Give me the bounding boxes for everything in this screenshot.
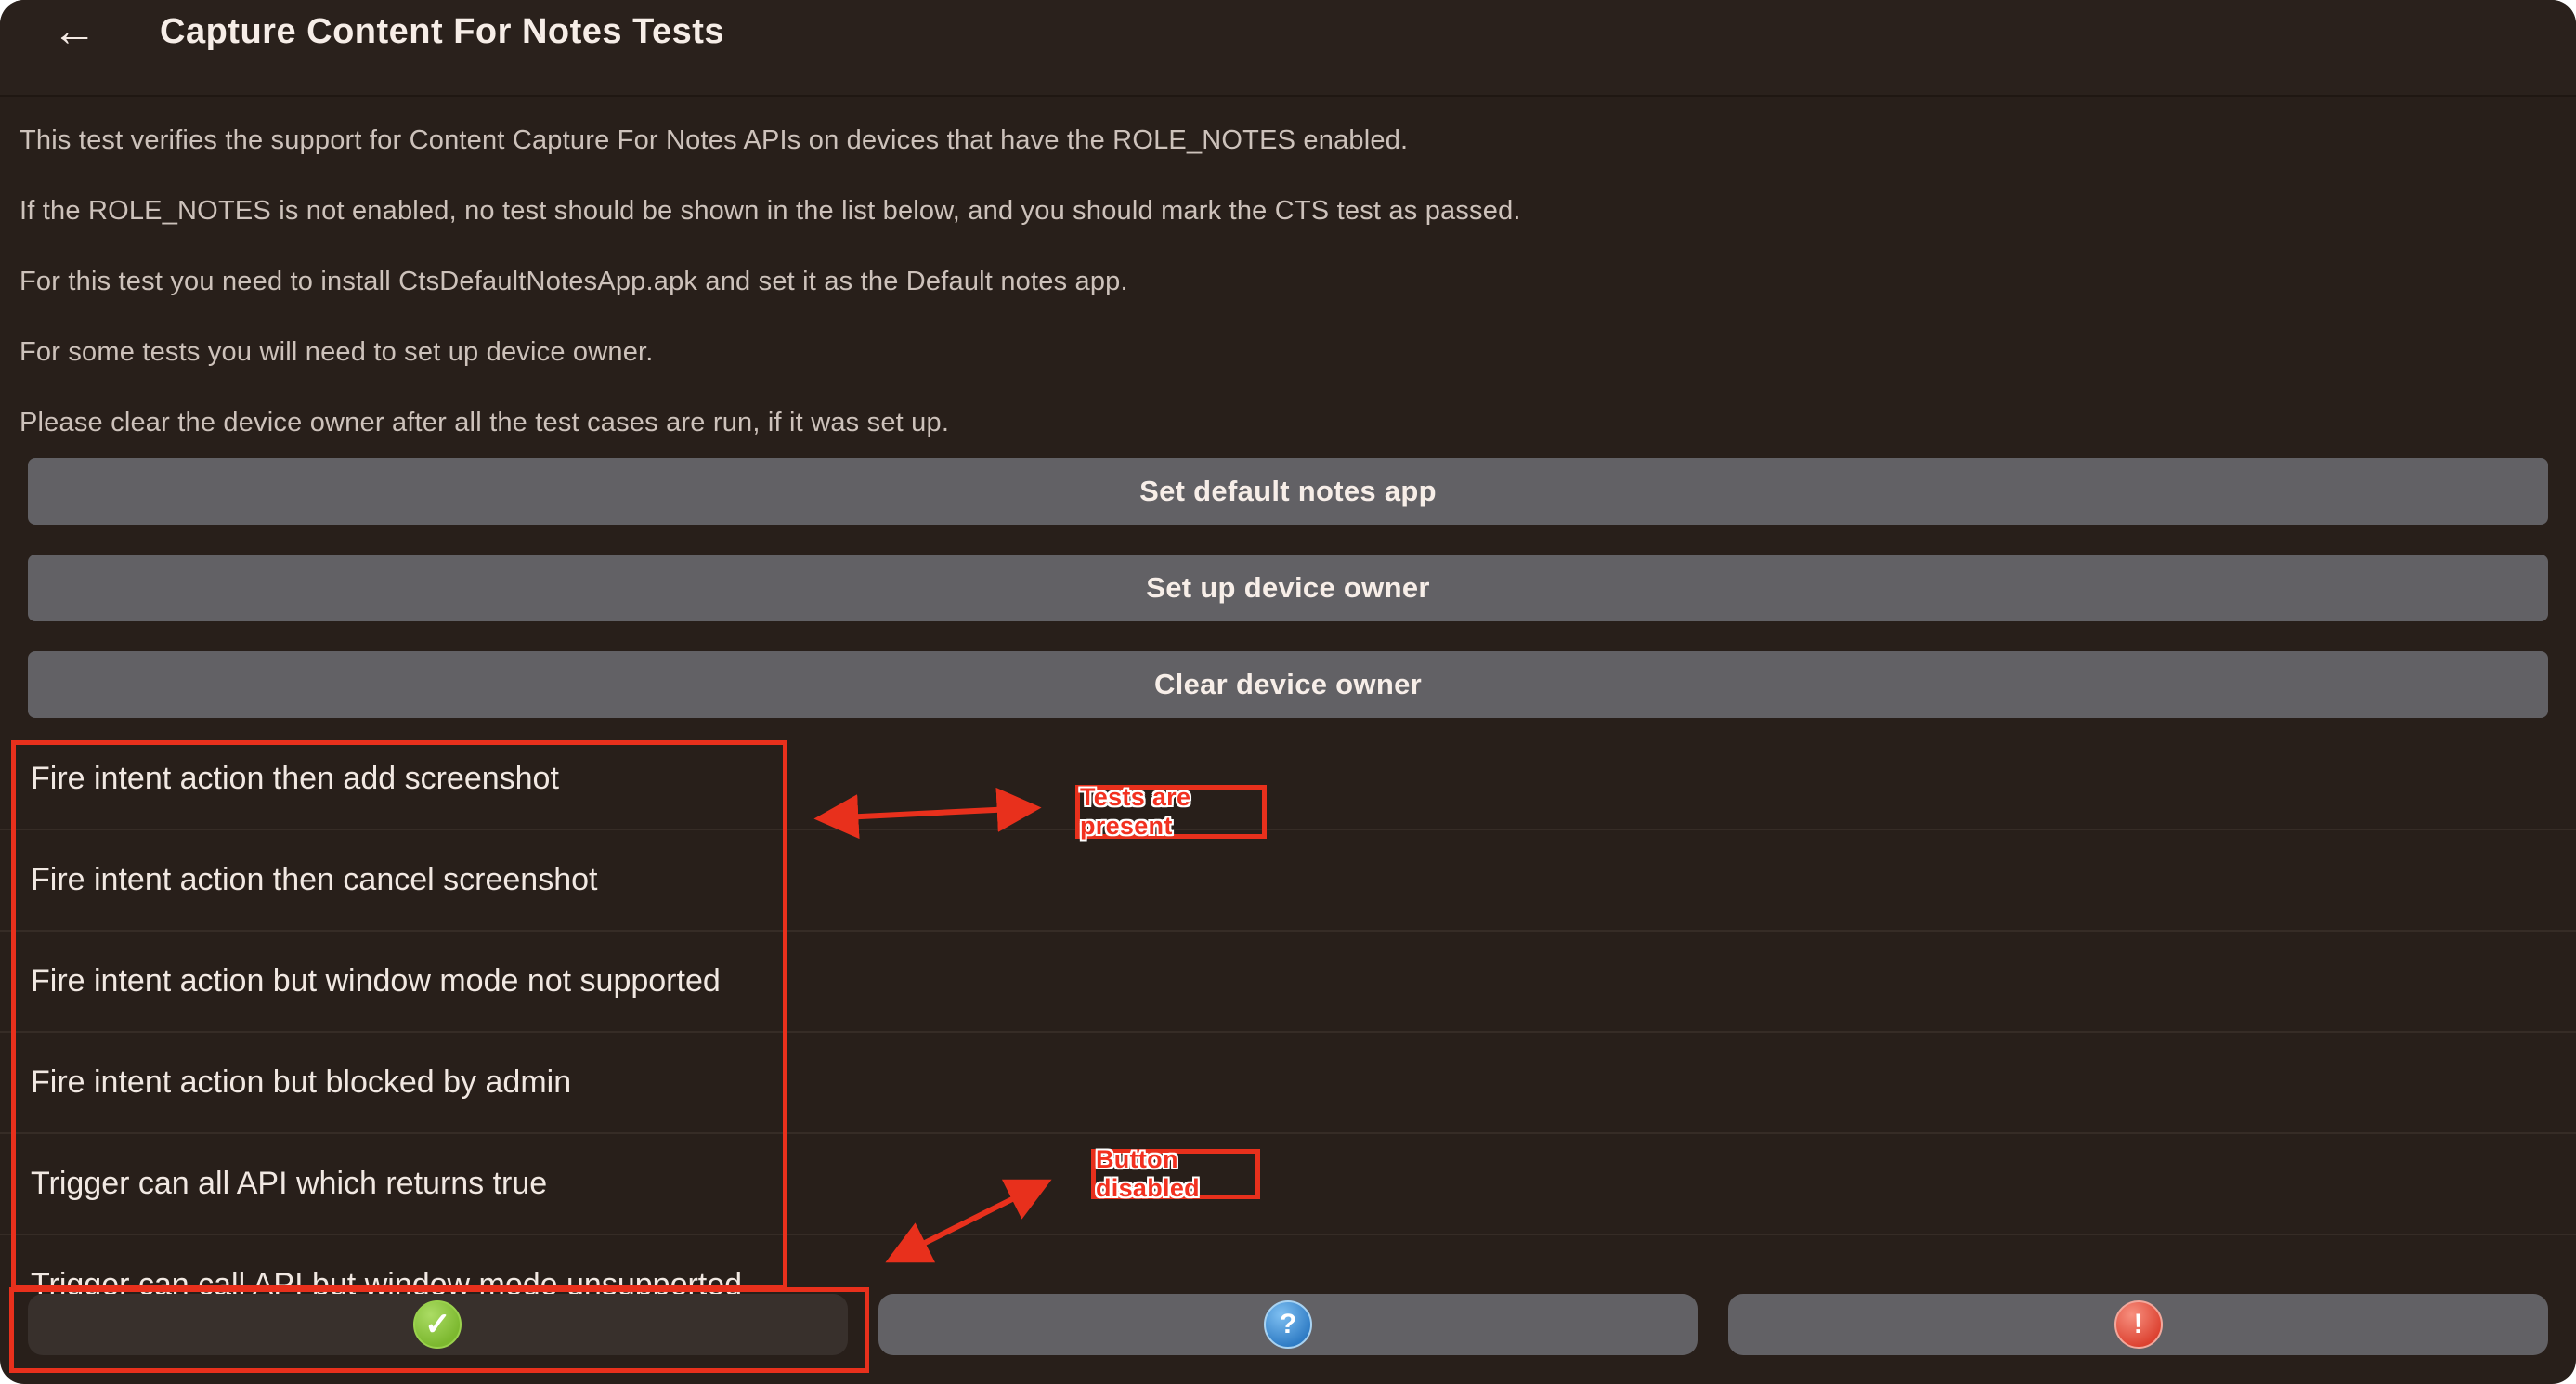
instruction-line: This test verifies the support for Conte… <box>20 105 2556 176</box>
verdict-bar: ✓ ? ! <box>28 1294 2548 1355</box>
test-row[interactable]: Fire intent action then add screenshot <box>0 729 2576 830</box>
exclamation-circle-icon: ! <box>2114 1300 2163 1349</box>
test-row[interactable]: Fire intent action then cancel screensho… <box>0 830 2576 932</box>
fail-button[interactable]: ! <box>1728 1294 2548 1355</box>
cts-verifier-screen: ← Capture Content For Notes Tests This t… <box>0 0 2576 1384</box>
page-title: Capture Content For Notes Tests <box>160 12 724 52</box>
instruction-line: For some tests you will need to set up d… <box>20 317 2556 387</box>
instruction-line: Please clear the device owner after all … <box>20 387 2556 458</box>
set-default-notes-app-button[interactable]: Set default notes app <box>28 458 2548 525</box>
test-row[interactable]: Fire intent action but blocked by admin <box>0 1033 2576 1134</box>
check-circle-icon: ✓ <box>413 1300 462 1349</box>
pass-button[interactable]: ✓ <box>28 1294 848 1355</box>
info-button[interactable]: ? <box>878 1294 1698 1355</box>
test-row[interactable]: Fire intent action but window mode not s… <box>0 932 2576 1033</box>
instructions-block: This test verifies the support for Conte… <box>20 105 2556 458</box>
set-up-device-owner-button[interactable]: Set up device owner <box>28 555 2548 621</box>
question-circle-icon: ? <box>1264 1300 1312 1349</box>
instruction-line: If the ROLE_NOTES is not enabled, no tes… <box>20 176 2556 246</box>
instruction-line: For this test you need to install CtsDef… <box>20 246 2556 317</box>
clear-device-owner-button[interactable]: Clear device owner <box>28 651 2548 718</box>
test-list: Fire intent action then add screenshot F… <box>0 729 2576 1294</box>
test-row[interactable]: Trigger can all API which returns true <box>0 1134 2576 1235</box>
setup-actions: Set default notes app Set up device owne… <box>28 458 2548 748</box>
app-bar: ← Capture Content For Notes Tests <box>0 0 2576 97</box>
test-row[interactable]: Trigger can call API but window mode uns… <box>0 1235 2576 1294</box>
back-arrow-icon[interactable]: ← <box>52 9 100 54</box>
